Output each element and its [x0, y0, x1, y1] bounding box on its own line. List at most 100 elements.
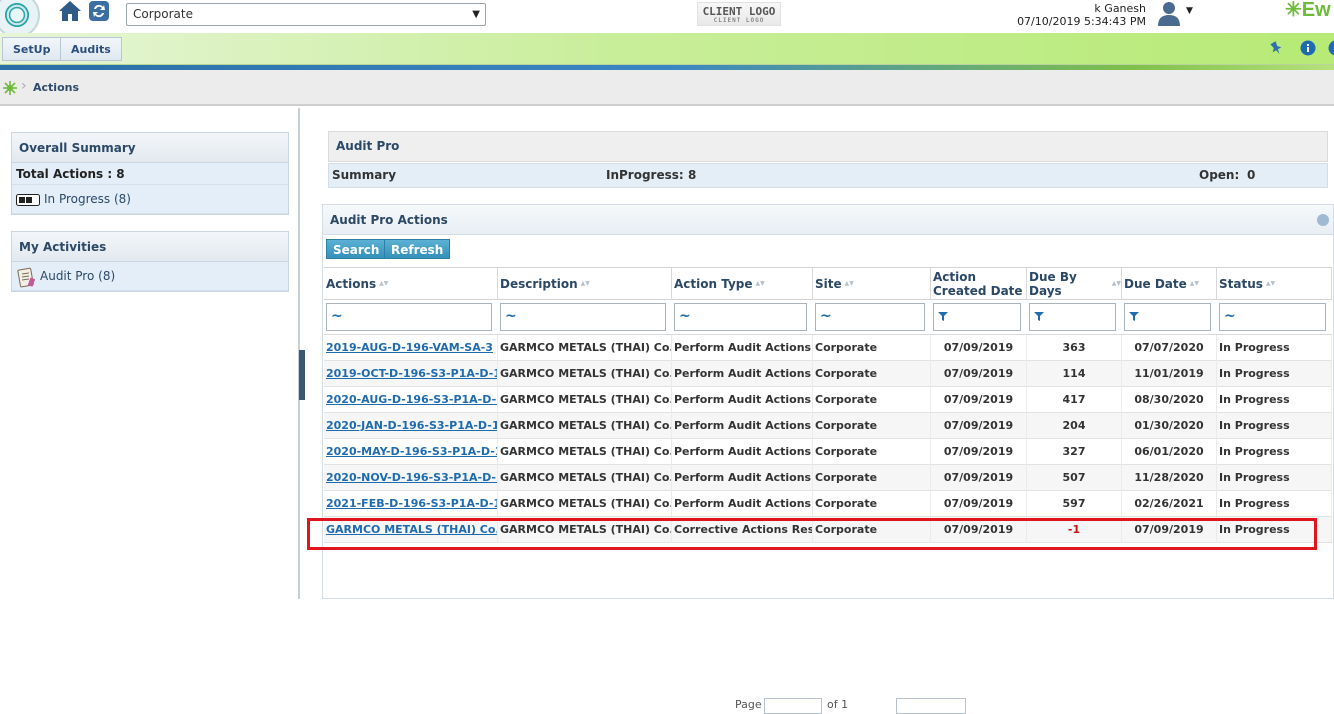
- user-info: k Ganesh 07/10/2019 5:34:43 PM: [1017, 2, 1146, 28]
- overall-summary-panel: Overall Summary Total Actions : 8 In Pro…: [11, 132, 289, 215]
- cell-due-by-days: 363: [1027, 335, 1122, 361]
- help-icon[interactable]: [1328, 40, 1334, 56]
- client-logo: CLIENT LOGO CLIENT LOGO: [697, 2, 781, 26]
- refresh-button[interactable]: Refresh: [384, 239, 450, 259]
- cell-action-type: Perform Audit Actions: [672, 335, 813, 361]
- cell-action-type: Perform Audit Actions: [672, 491, 813, 517]
- table-row[interactable]: 2020-AUG-D-196-S3-P1A-D-19GARMCO METALS …: [324, 387, 1332, 413]
- filter-input-due-date[interactable]: [1124, 303, 1211, 331]
- filter-input-action-created-date[interactable]: [933, 303, 1021, 331]
- cell-action-created-date: 07/09/2019: [931, 465, 1027, 491]
- filter-funnel-icon: [938, 312, 948, 321]
- cell-actions[interactable]: 2021-FEB-D-196-S3-P1A-D-19: [324, 491, 498, 517]
- sort-icon[interactable]: ▲▼: [756, 277, 765, 291]
- cell-action-type: Perform Audit Actions: [672, 465, 813, 491]
- cell-description: GARMCO METALS (THAI) Co.,Ltd: [498, 387, 672, 413]
- cell-status: In Progress: [1217, 517, 1332, 543]
- open-value: 0: [1247, 164, 1255, 187]
- column-header-due-by-days[interactable]: Due By Days▲▼: [1027, 268, 1122, 300]
- user-menu-chevron-icon[interactable]: ▼: [1186, 6, 1193, 16]
- cell-site: Corporate: [813, 361, 931, 387]
- column-header-due-date[interactable]: Due Date▲▼: [1122, 268, 1217, 300]
- cell-actions[interactable]: 2020-MAY-D-196-S3-P1A-D-19: [324, 439, 498, 465]
- nav-setup[interactable]: SetUp: [2, 37, 61, 61]
- filter-input-action-type[interactable]: ~: [674, 303, 807, 331]
- cell-action-type: Perform Audit Actions: [672, 413, 813, 439]
- filter-input-description[interactable]: ~: [500, 303, 666, 331]
- audit-pro-actions-title: Audit Pro Actions: [323, 205, 1333, 235]
- refresh-icon[interactable]: [88, 0, 110, 22]
- filter-input-actions[interactable]: ~: [326, 303, 492, 331]
- filter-input-due-by-days[interactable]: [1029, 303, 1116, 331]
- brand-star-icon: ✳: [1285, 0, 1302, 21]
- table-row[interactable]: 2019-AUG-D-196-VAM-SA-3GARMCO METALS (TH…: [324, 335, 1332, 361]
- column-header-action-created-date[interactable]: Action Created Date: [931, 268, 1027, 300]
- breadcrumb-current: Actions: [33, 81, 79, 94]
- in-progress-item[interactable]: In Progress (8): [12, 185, 288, 214]
- pager-page-input[interactable]: [764, 698, 822, 714]
- cell-due-date: 11/01/2019: [1122, 361, 1217, 387]
- home-icon[interactable]: [58, 0, 82, 22]
- table-row[interactable]: 2021-FEB-D-196-S3-P1A-D-19GARMCO METALS …: [324, 491, 1332, 517]
- open-label: Open:: [1199, 164, 1239, 187]
- pager-page-label: Page: [735, 698, 762, 711]
- info-icon[interactable]: [1300, 40, 1316, 56]
- user-avatar-icon[interactable]: [1155, 0, 1183, 26]
- cell-actions[interactable]: 2020-JAN-D-196-S3-P1A-D-19: [324, 413, 498, 439]
- sort-icon[interactable]: ▲▼: [581, 277, 590, 291]
- table-row[interactable]: GARMCO METALS (THAI) Co.,LtdGARMCO METAL…: [324, 517, 1332, 543]
- sort-icon[interactable]: ▲▼: [1190, 277, 1199, 291]
- cell-due-by-days: 507: [1027, 465, 1122, 491]
- filter-input-status[interactable]: ~: [1219, 303, 1326, 331]
- main-content: Audit Pro Summary InProgress: 8 Open: 0 …: [308, 108, 1334, 599]
- column-header-action-type[interactable]: Action Type▲▼: [672, 268, 813, 300]
- cell-actions[interactable]: 2019-OCT-D-196-S3-P1A-D-19: [324, 361, 498, 387]
- cell-status: In Progress: [1217, 439, 1332, 465]
- cell-action-created-date: 07/09/2019: [931, 517, 1027, 543]
- cell-actions[interactable]: GARMCO METALS (THAI) Co.,Ltd: [324, 517, 498, 543]
- column-header-actions[interactable]: Actions▲▼: [324, 268, 498, 300]
- audit-pro-title: Audit Pro: [328, 131, 1328, 162]
- audit-pro-item[interactable]: Audit Pro (8): [12, 262, 288, 291]
- cell-actions[interactable]: 2020-NOV-D-196-S3-P1A-D-19: [324, 465, 498, 491]
- search-button[interactable]: Search: [326, 239, 386, 259]
- pager-size-select[interactable]: [896, 698, 966, 714]
- sort-icon[interactable]: ▲▼: [1266, 277, 1275, 291]
- table-row[interactable]: 2020-NOV-D-196-S3-P1A-D-19GARMCO METALS …: [324, 465, 1332, 491]
- total-actions: Total Actions : 8: [12, 163, 288, 185]
- cell-status: In Progress: [1217, 491, 1332, 517]
- sort-icon[interactable]: ▲▼: [1112, 277, 1121, 291]
- cell-description: GARMCO METALS (THAI) Co.,Ltd: [498, 335, 672, 361]
- cell-actions[interactable]: 2019-AUG-D-196-VAM-SA-3: [324, 335, 498, 361]
- site-select[interactable]: Corporate ▼: [126, 3, 486, 26]
- cell-description: GARMCO METALS (THAI) Co.,Ltd: [498, 413, 672, 439]
- breadcrumb-home-icon[interactable]: [3, 81, 17, 95]
- cell-due-by-days: 327: [1027, 439, 1122, 465]
- sort-icon[interactable]: ▲▼: [845, 277, 854, 291]
- cell-due-date: 07/07/2020: [1122, 335, 1217, 361]
- inprogress-label: InProgress:: [606, 164, 684, 187]
- column-header-site[interactable]: Site▲▼: [813, 268, 931, 300]
- cell-site: Corporate: [813, 387, 931, 413]
- site-select-value: Corporate: [133, 7, 193, 21]
- cell-action-type: Perform Audit Actions: [672, 439, 813, 465]
- cell-due-date: 02/26/2021: [1122, 491, 1217, 517]
- sort-icon[interactable]: ▲▼: [379, 277, 388, 291]
- filter-input-site[interactable]: ~: [815, 303, 925, 331]
- table-row[interactable]: 2019-OCT-D-196-S3-P1A-D-19GARMCO METALS …: [324, 361, 1332, 387]
- panel-splitter-handle[interactable]: [299, 350, 305, 400]
- pin-icon[interactable]: [1268, 40, 1284, 56]
- table-row[interactable]: 2020-MAY-D-196-S3-P1A-D-19GARMCO METALS …: [324, 439, 1332, 465]
- cell-action-type: Perform Audit Actions: [672, 361, 813, 387]
- nav-audits[interactable]: Audits: [60, 37, 122, 61]
- cell-description: GARMCO METALS (THAI) Co.,Ltd: [498, 491, 672, 517]
- cell-action-created-date: 07/09/2019: [931, 387, 1027, 413]
- collapse-icon[interactable]: [1317, 214, 1329, 226]
- cell-due-by-days: -1: [1027, 517, 1122, 543]
- column-header-status[interactable]: Status▲▼: [1217, 268, 1332, 300]
- actions-grid: Actions▲▼Description▲▼Action Type▲▼Site▲…: [324, 267, 1332, 543]
- column-header-description[interactable]: Description▲▼: [498, 268, 672, 300]
- cell-action-created-date: 07/09/2019: [931, 361, 1027, 387]
- cell-actions[interactable]: 2020-AUG-D-196-S3-P1A-D-19: [324, 387, 498, 413]
- table-row[interactable]: 2020-JAN-D-196-S3-P1A-D-19GARMCO METALS …: [324, 413, 1332, 439]
